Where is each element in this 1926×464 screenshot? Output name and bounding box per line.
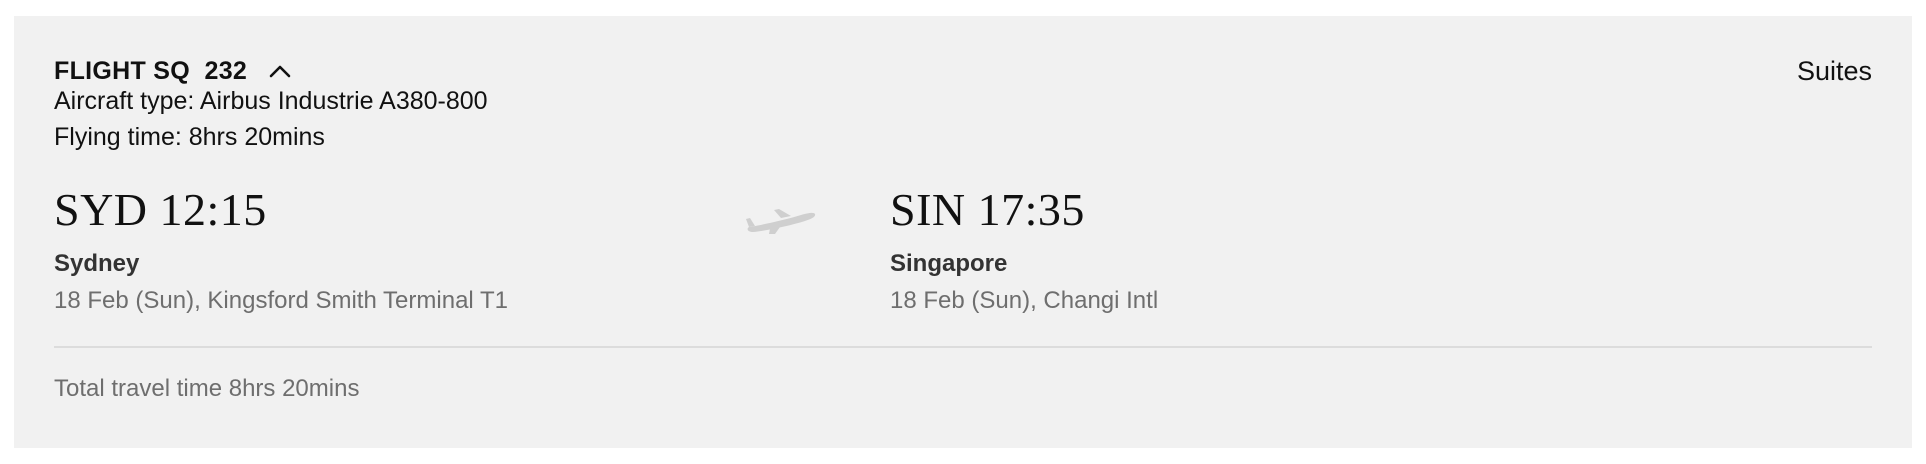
- departure-info: 18 Feb (Sun), Kingsford Smith Terminal T…: [54, 287, 508, 314]
- arrival-info: 18 Feb (Sun), Changi Intl: [890, 287, 1159, 314]
- arrival-time: SIN 17:35: [890, 184, 1085, 235]
- cabin-class-label: Suites: [1796, 56, 1872, 86]
- arrival-block: SIN 17:35 Singapore 18 Feb (Sun), Changi…: [890, 182, 1158, 318]
- divider: [54, 346, 1872, 348]
- flight-number: FLIGHT SQ 232: [54, 56, 248, 85]
- aircraft-type: Aircraft type: Airbus Industrie A380-800: [54, 87, 488, 115]
- flight-detail-card: FLIGHT SQ 232 Suites Aircraft type: Airb…: [14, 16, 1912, 448]
- chevron-up-icon: [269, 65, 291, 78]
- total-travel-time: Total travel time 8hrs 20mins: [54, 375, 360, 402]
- airplane-icon: [746, 209, 816, 234]
- departure-time: SYD 12:15: [54, 184, 267, 235]
- departure-block: SYD 12:15 Sydney 18 Feb (Sun), Kingsford…: [54, 182, 508, 318]
- collapse-toggle-button[interactable]: [267, 58, 293, 84]
- arrival-city: Singapore: [890, 250, 1008, 277]
- flying-time: Flying time: 8hrs 20mins: [54, 123, 325, 151]
- departure-city: Sydney: [54, 250, 140, 277]
